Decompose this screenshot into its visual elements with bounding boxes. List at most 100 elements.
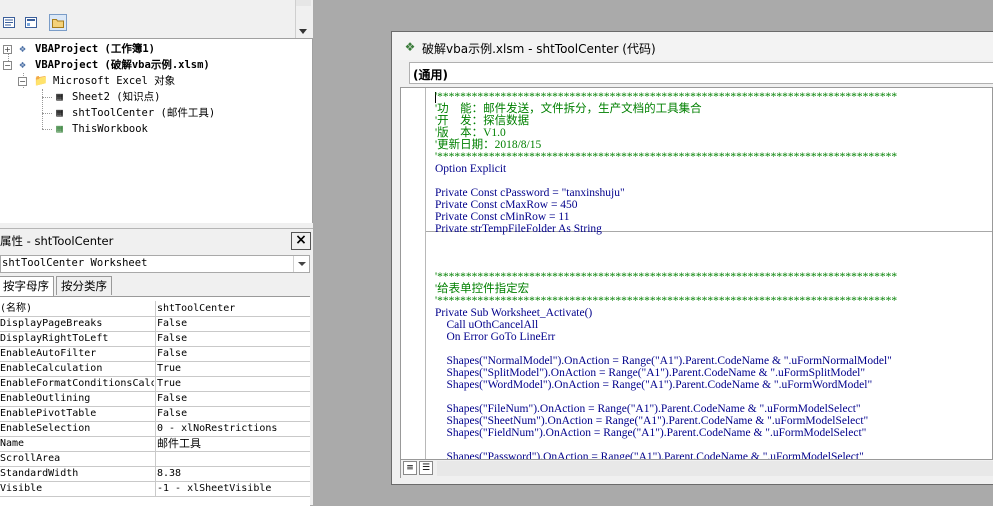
code-line[interactable]: Shapes("NormalModel").OnAction = Range("… [435,355,892,367]
tree-node-shttoolcenter[interactable]: ▦ shtToolCenter (邮件工具) [0,105,300,121]
code-window-footer: ≡ ☰ [400,460,993,478]
code-line[interactable]: On Error GoTo LineErr [435,331,556,343]
code-comment-line[interactable]: '给表单控件指定宏 [435,283,529,295]
divider [155,466,156,481]
property-row[interactable]: ScrollArea [0,451,310,467]
property-row[interactable]: Name 邮件工具 [0,436,310,452]
property-row[interactable]: EnableSelection 0 - xlNoRestrictions [0,421,310,437]
tree-label: Sheet2 (知识点) [72,91,161,103]
code-comment-line[interactable]: '开 发：探信数据 [435,115,529,127]
property-value[interactable]: False [157,316,187,331]
code-editor[interactable]: '***************************************… [400,87,993,460]
dropdown-value: shtToolCenter Worksheet [2,257,148,269]
code-line[interactable]: Private Sub Worksheet_Activate() [435,307,592,319]
code-line[interactable]: Shapes("SplitModel").OnAction = Range("A… [435,367,866,379]
code-comment-line[interactable]: '更新日期：2018/8/15 [435,139,541,151]
tree-node-thisworkbook[interactable]: ▦ ThisWorkbook [0,121,300,137]
code-comment-line[interactable]: '***************************************… [435,295,897,307]
tree-node-project1[interactable]: + ❖ VBAProject (工作簿1) [0,41,300,57]
divider [155,421,156,436]
full-module-view-icon: ☰ [421,463,431,473]
property-row[interactable]: StandardWidth 8.38 [0,466,310,482]
property-value[interactable]: False [157,406,187,421]
toolbar-scrollbar[interactable] [295,0,311,38]
divider [155,391,156,406]
vba-module-icon: ❖ [404,40,416,54]
property-name: (名称) [0,303,33,314]
code-line[interactable]: Private Const cMaxRow = 450 [435,199,578,211]
code-comment-line[interactable]: '***************************************… [435,151,897,163]
property-name: EnableFormatConditionsCalc [0,378,154,389]
code-line[interactable]: Option Explicit [435,163,506,175]
property-value[interactable]: 0 - xlNoRestrictions [157,421,277,436]
property-row[interactable]: DisplayRightToLeft False [0,331,310,347]
divider [155,316,156,331]
margin-indicator-bar[interactable] [401,88,426,459]
folder-icon: 📁 [34,74,48,87]
collapse-icon[interactable]: − [18,77,27,86]
property-row[interactable]: EnableFormatConditionsCalc True [0,376,310,392]
object-dropdown[interactable]: (通用) [409,62,993,84]
procedure-view-button[interactable]: ≡ [403,461,417,475]
property-row[interactable]: DisplayPageBreaks False [0,316,310,332]
property-row[interactable]: EnableCalculation True [0,361,310,377]
view-object-button[interactable] [22,14,40,31]
chevron-down-icon[interactable] [293,256,309,272]
code-line[interactable]: Shapes("SheetNum").OnAction = Range("A1"… [435,415,869,427]
code-line[interactable]: Call uOthCancelAll [435,319,539,331]
code-window: ❖ 破解vba示例.xlsm - shtToolCenter (代码) (通用)… [391,31,993,485]
code-comment-line[interactable]: '***************************************… [435,271,897,283]
tree-label: Microsoft Excel 对象 [53,75,176,87]
code-line[interactable]: Shapes("FieldNum").OnAction = Range("A1"… [435,427,867,439]
property-row[interactable]: EnableOutlining False [0,391,310,407]
property-value[interactable]: -1 - xlSheetVisible [157,481,271,496]
tree-guide [42,113,52,114]
property-value[interactable]: False [157,391,187,406]
property-row[interactable]: EnablePivotTable False [0,406,310,422]
close-icon[interactable]: × [291,232,311,250]
property-row[interactable]: (名称) shtToolCenter [0,301,310,317]
scroll-down-icon[interactable] [299,29,307,34]
code-window-titlebar[interactable]: ❖ 破解vba示例.xlsm - shtToolCenter (代码) [392,32,993,60]
full-module-view-button[interactable]: ☰ [419,461,433,475]
project-explorer-toolbar [0,0,313,38]
code-comment-line[interactable]: '***************************************… [435,91,897,103]
tree-node-sheet2[interactable]: ▦ Sheet2 (知识点) [0,89,300,105]
code-comment-line[interactable]: '版 本：V1.0 [435,127,506,139]
property-value[interactable]: False [157,331,187,346]
property-row[interactable]: EnableAutoFilter False [0,346,310,362]
dropdown-value: (通用) [413,68,448,82]
tab-alphabetic[interactable]: 按字母序 [0,276,54,297]
code-comment-line[interactable]: '功 能：邮件发送，文件拆分，生产文档的工具集合 [435,103,702,115]
property-value[interactable]: True [157,376,181,391]
view-code-button[interactable] [0,14,18,31]
divider [155,406,156,421]
toggle-folders-button[interactable] [49,14,67,31]
code-line[interactable]: Shapes("FileNum").OnAction = Range("A1")… [435,403,861,415]
divider [155,301,156,316]
code-line[interactable]: Shapes("WordModel").OnAction = Range("A1… [435,379,873,391]
collapse-icon[interactable]: − [3,61,12,70]
project-tree: + ❖ VBAProject (工作簿1) − ❖ VBAProject (破解… [0,38,313,223]
property-value[interactable]: True [157,361,181,376]
properties-object-dropdown[interactable]: shtToolCenter Worksheet [0,255,310,273]
property-name: EnableOutlining [0,393,91,404]
tree-node-excel-objects[interactable]: − 📁 Microsoft Excel 对象 [0,73,300,89]
property-value[interactable]: 邮件工具 [157,436,201,451]
tree-node-project2[interactable]: − ❖ VBAProject (破解vba示例.xlsm) [0,57,300,73]
code-line[interactable]: Shapes("Password").OnAction = Range("A1"… [435,451,864,459]
code-line[interactable]: Private strTempFileFolder As String [435,223,602,235]
property-value[interactable]: 8.38 [157,466,181,481]
code-line[interactable]: Private Const cPassword = "tanxinshuju" [435,187,625,199]
property-value[interactable]: shtToolCenter [157,301,235,316]
code-line[interactable]: Private Const cMinRow = 11 [435,211,569,223]
worksheet-icon: ▦ [56,90,63,103]
property-value[interactable]: False [157,346,187,361]
divider [155,376,156,391]
property-row[interactable]: Visible -1 - xlSheetVisible [0,481,310,497]
horizontal-scrollbar[interactable] [437,461,993,476]
tab-categorized[interactable]: 按分类序 [56,276,112,295]
expand-icon[interactable]: + [3,45,12,54]
left-dock: + ❖ VBAProject (工作簿1) − ❖ VBAProject (破解… [0,0,313,506]
divider [155,331,156,346]
